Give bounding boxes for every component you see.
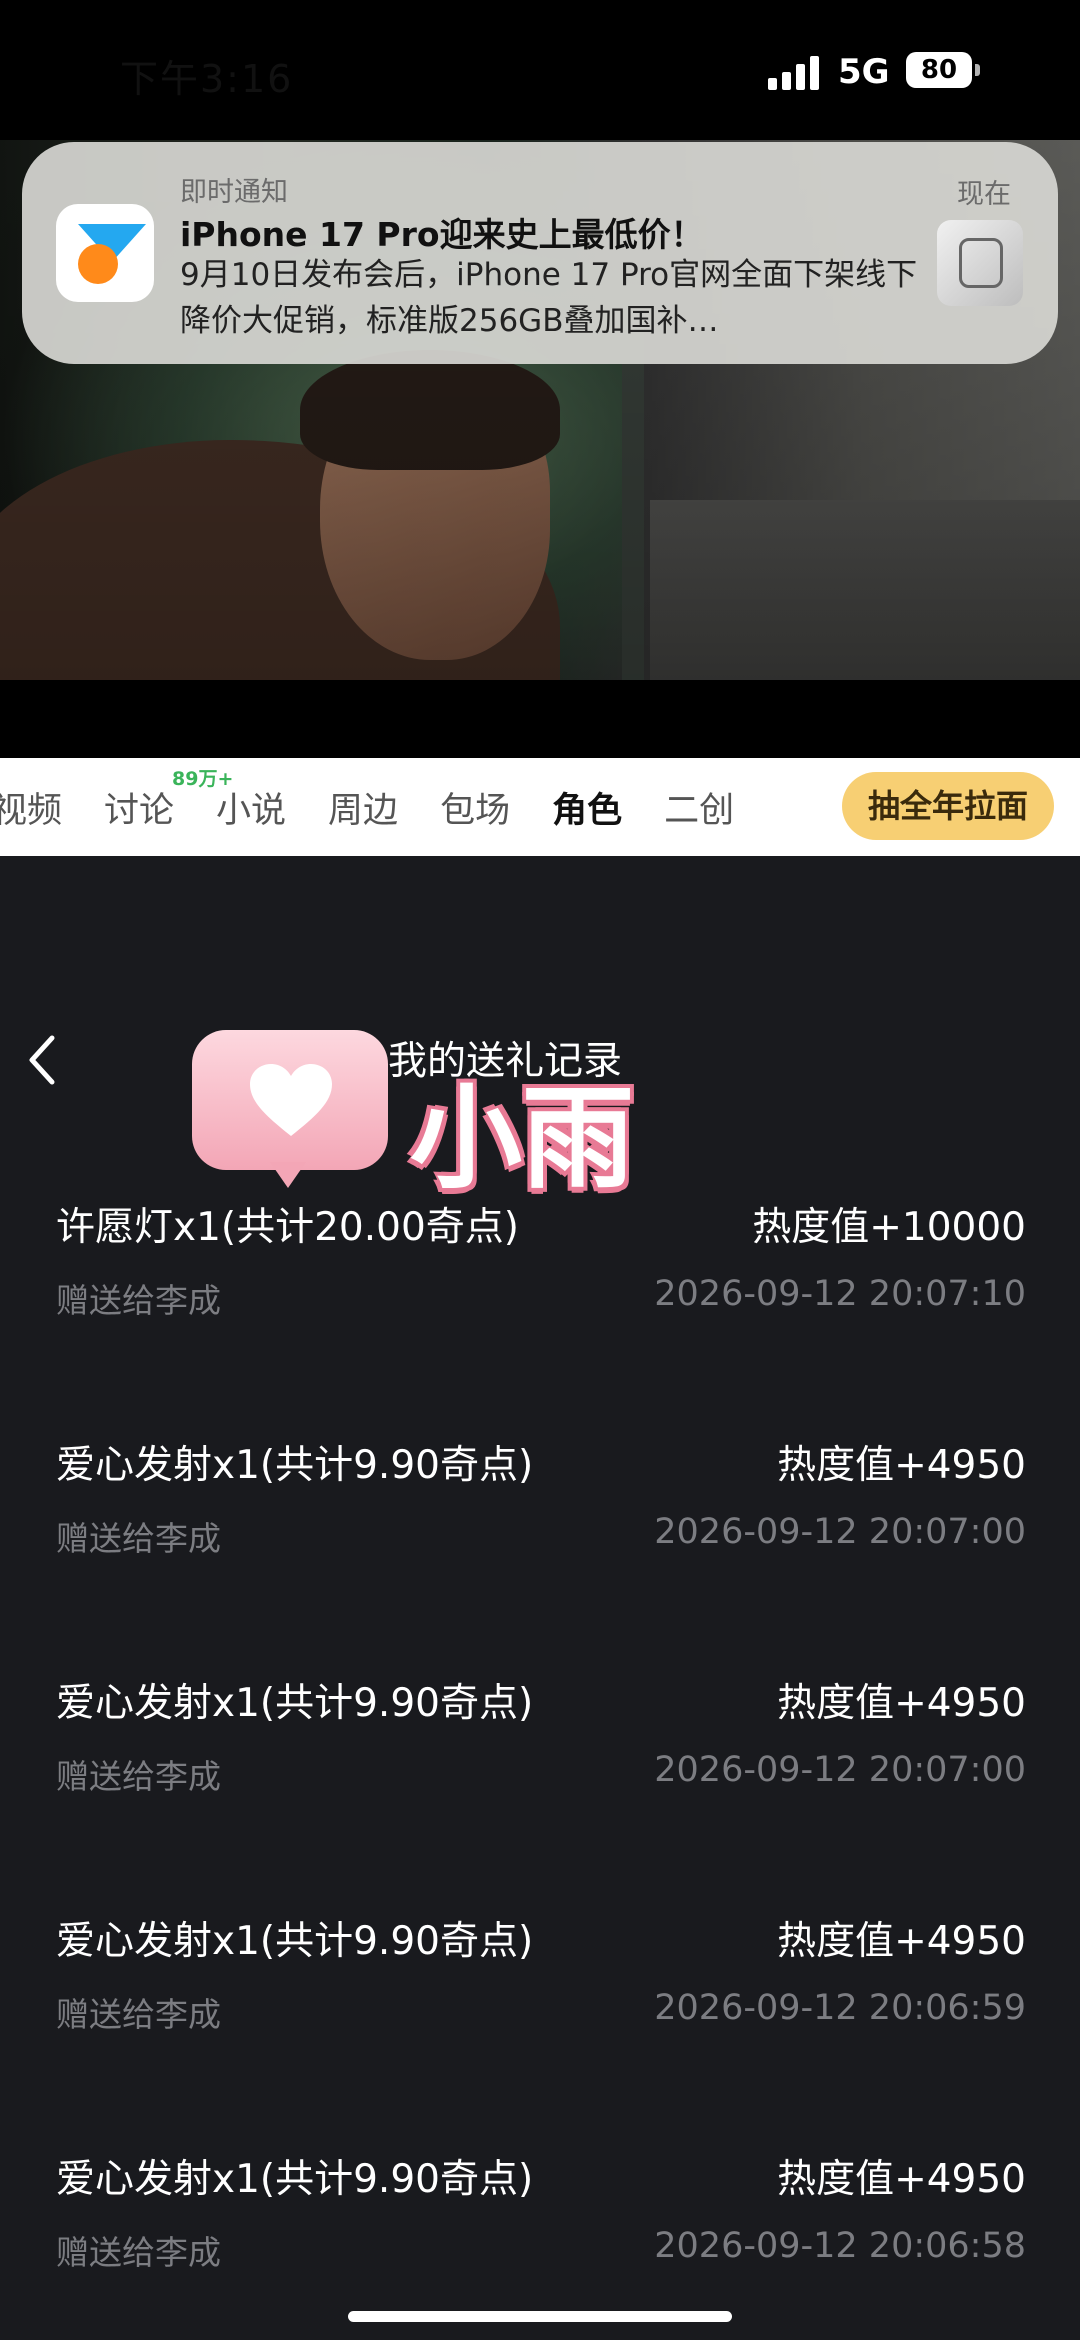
battery-icon: 80 [906,52,972,88]
tab-fanworks[interactable]: 二创 [664,782,734,833]
gift-item: 爱心发射x1(共计9.90奇点) [56,1443,534,1488]
heat-value: 热度值+10000 [752,1205,1026,1250]
gift-time: 2026-09-12 20:07:00 [654,1750,1026,1790]
gift-time: 2026-09-12 20:06:58 [654,2226,1026,2266]
battery-tip [975,64,980,76]
tab-bar: 视频 讨论 89万+ 小说 周边 包场 角色 二创 抽全年拉面 [0,758,1080,856]
gift-recipient: 赠送给李成 [56,1281,221,1320]
app-icon [56,204,154,302]
notification-title: iPhone 17 Pro迎来史上最低价！ [180,215,704,254]
gift-record-row: 爱心发射x1(共计9.90奇点) 热度值+4950 赠送给李成 2026-09-… [56,1672,1026,1832]
notification-banner[interactable]: 即时通知 现在 iPhone 17 Pro迎来史上最低价！ 9月10日发布会后，… [22,142,1058,364]
gift-time: 2026-09-12 20:07:10 [654,1274,1026,1314]
tab-discussion-label: 讨论 [104,790,175,831]
heat-value: 热度值+4950 [777,2157,1026,2202]
tab-novel[interactable]: 小说 [216,782,286,833]
tab-screening[interactable]: 包场 [440,782,510,833]
tab-characters[interactable]: 角色 [552,782,622,833]
heat-value: 热度值+4950 [777,1919,1026,1964]
gift-recipient: 赠送给李成 [56,2233,221,2272]
gift-recipient: 赠送给李成 [56,1519,221,1558]
signal-icon [768,54,822,90]
gift-time: 2026-09-12 20:07:00 [654,1512,1026,1552]
name-overlay: 小雨 [410,1074,634,1204]
gift-record-row: 爱心发射x1(共计9.90奇点) 热度值+4950 赠送给李成 2026-09-… [56,1910,1026,2070]
gift-recipient: 赠送给李成 [56,1995,221,2034]
tab-discussion[interactable]: 讨论 89万+ [104,768,233,833]
gift-item: 爱心发射x1(共计9.90奇点) [56,1681,534,1726]
status-bar: 下午3:16 5G 80 [0,0,1080,140]
gift-item: 爱心发射x1(共计9.90奇点) [56,2157,534,2202]
tab-video[interactable]: 视频 [0,782,62,833]
gift-item: 许愿灯x1(共计20.00奇点) [56,1205,519,1250]
notification-time: 现在 [957,179,1011,210]
tab-merch[interactable]: 周边 [328,782,398,833]
notification-thumbnail [937,220,1023,306]
heart-icon [250,1064,332,1136]
gift-time: 2026-09-12 20:06:59 [654,1988,1026,2028]
gift-record-row: 爱心发射x1(共计9.90奇点) 热度值+4950 赠送给李成 2026-09-… [56,2148,1026,2308]
notification-body: 9月10日发布会后，iPhone 17 Pro官网全面下架线下降价大促销，标准版… [180,257,918,339]
heat-value: 热度值+4950 [777,1443,1026,1488]
heat-value: 热度值+4950 [777,1681,1026,1726]
gift-item: 爱心发射x1(共计9.90奇点) [56,1919,534,1964]
back-chevron-icon[interactable] [22,1030,62,1090]
lottery-button[interactable]: 抽全年拉面 [842,772,1054,840]
status-time: 下午3:16 [120,57,294,101]
notification-app-name: 即时通知 [180,177,288,208]
gift-record-row: 爱心发射x1(共计9.90奇点) 热度值+4950 赠送给李成 2026-09-… [56,1434,1026,1594]
network-type: 5G [838,52,890,92]
gift-recipient: 赠送给李成 [56,1757,221,1796]
home-indicator[interactable] [348,2311,732,2322]
gift-record-row: 许愿灯x1(共计20.00奇点) 热度值+10000 赠送给李成 2026-09… [56,1196,1026,1356]
heart-sticker [192,1030,388,1198]
